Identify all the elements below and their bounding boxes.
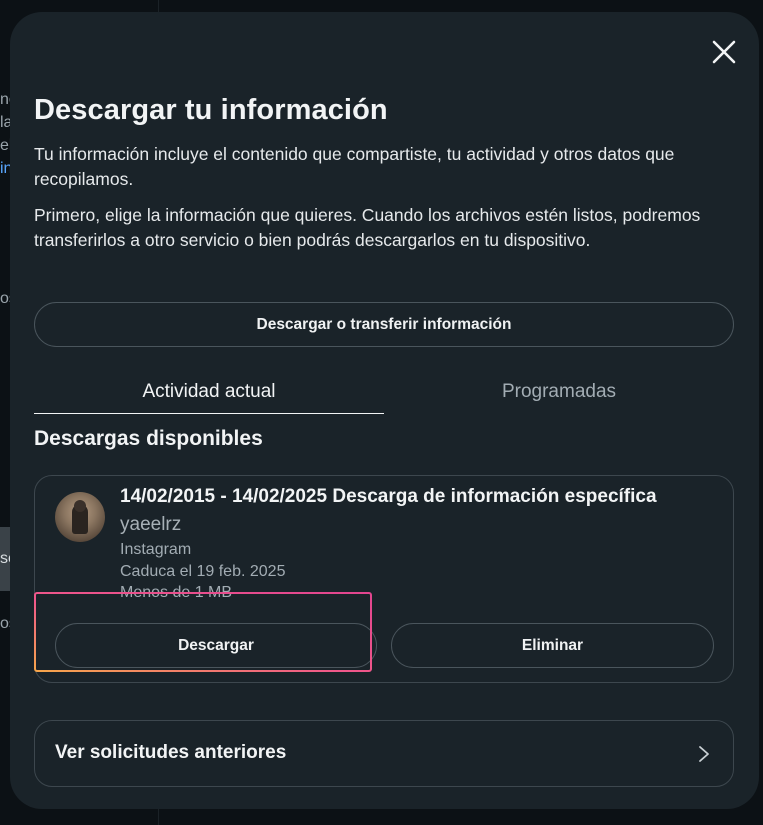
intro-text: Tu información incluye el contenido que … [34, 144, 675, 189]
download-info-dialog: Descargar tu información Tu información … [10, 12, 759, 809]
download-title: 14/02/2015 - 14/02/2025 Descarga de info… [120, 486, 657, 507]
download-expiry: Caduca el 19 feb. 2025 [120, 563, 286, 580]
tab-current-activity[interactable]: Actividad actual [34, 374, 384, 414]
activity-tabs: Actividad actual Programadas [34, 374, 734, 414]
download-platform: Instagram [120, 541, 192, 558]
download-username: yaeelrz [120, 514, 182, 535]
chevron-right-icon [699, 746, 709, 762]
avatar-head [74, 500, 86, 512]
close-icon[interactable] [711, 39, 737, 65]
tab-scheduled[interactable]: Programadas [384, 374, 734, 414]
close-button[interactable] [711, 39, 737, 65]
avatar [55, 492, 105, 542]
download-card: 14/02/2015 - 14/02/2025 Descarga de info… [34, 475, 734, 683]
dialog-title: Descargar tu información [34, 94, 388, 126]
download-size: Menos de 1 MB [120, 584, 233, 601]
download-or-transfer-button[interactable]: Descargar o transferir información [34, 302, 734, 347]
previous-requests-link[interactable]: Ver solicitudes anteriores [34, 720, 734, 787]
instructions-text: Primero, elige la información que quiere… [34, 205, 701, 250]
delete-button[interactable]: Eliminar [391, 623, 714, 668]
previous-requests-label: Ver solicitudes anteriores [55, 742, 287, 763]
available-downloads-heading: Descargas disponibles [34, 427, 263, 450]
download-button[interactable]: Descargar [55, 623, 377, 668]
